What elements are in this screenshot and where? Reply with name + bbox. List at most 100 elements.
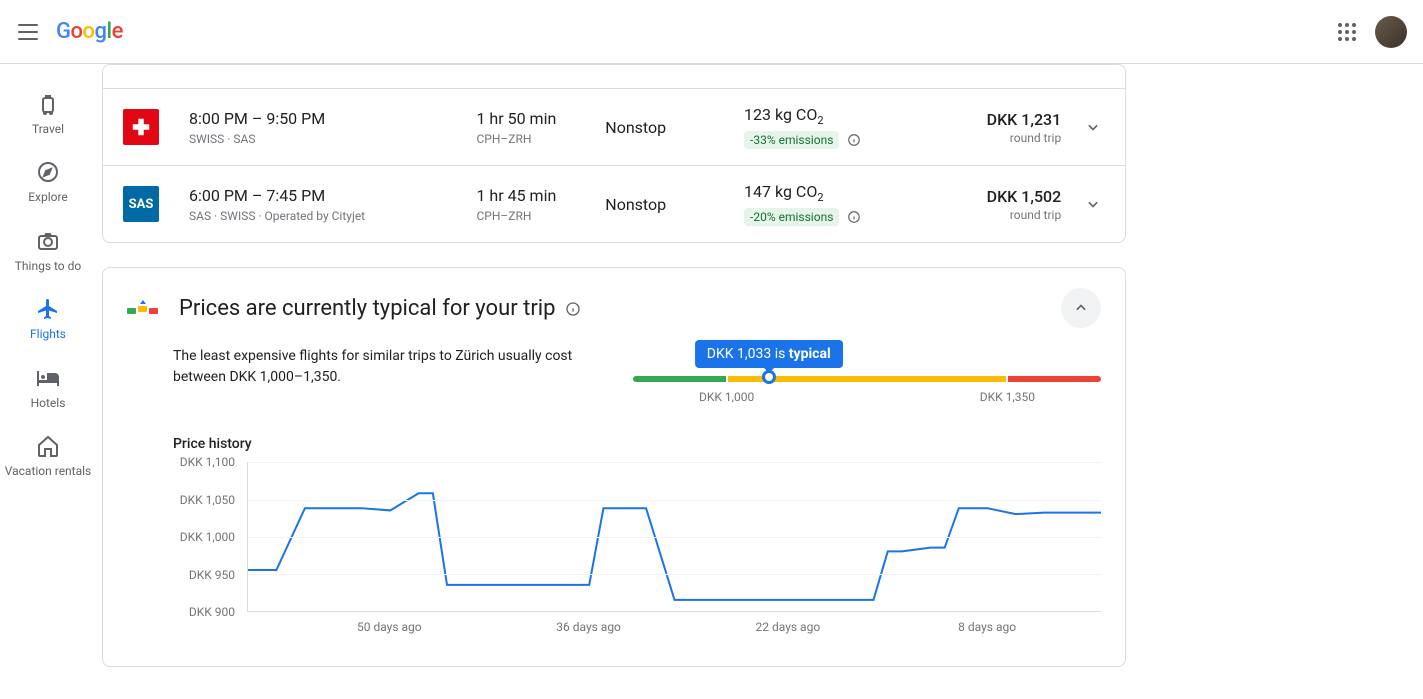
flight-price: DKK 1,502 [942, 187, 1061, 206]
gauge-labels: DKK 1,000 DKK 1,350 [633, 390, 1101, 406]
gauge-seg-high [1008, 376, 1101, 382]
nav-label: Hotels [31, 396, 66, 410]
gauge-label-high: DKK 1,350 [980, 390, 1035, 404]
x-tick: 22 days ago [756, 620, 821, 634]
nav-label: Explore [28, 190, 68, 204]
flight-results-card: 8:00 PM – 9:50 PM SWISS · SAS 1 hr 50 mi… [102, 64, 1126, 243]
airline-logo-sas: SAS [123, 186, 159, 222]
swiss-cross-icon [130, 116, 152, 138]
col-emissions: 123 kg CO2 -33% emissions [744, 105, 942, 149]
flight-route: CPH–ZRH [476, 132, 605, 146]
emissions-row: -20% emissions [744, 204, 942, 226]
col-emissions: 147 kg CO2 -20% emissions [744, 182, 942, 226]
trip-type: round trip [942, 131, 1061, 145]
insights-header: Prices are currently typical for your tr… [103, 268, 1125, 336]
explore-icon [36, 160, 60, 184]
price-insights-card: Prices are currently typical for your tr… [102, 267, 1126, 667]
sidebar-item-flights[interactable]: Flights [0, 285, 96, 353]
sidebar-item-rentals[interactable]: Vacation rentals [0, 422, 96, 490]
expand-button[interactable] [1081, 115, 1105, 139]
col-price: DKK 1,231 round trip [942, 110, 1061, 145]
chevron-up-icon [1071, 298, 1091, 318]
x-tick: 50 days ago [357, 620, 422, 634]
chevron-down-icon [1083, 117, 1103, 137]
header-left: Google [16, 19, 123, 44]
x-tick: 8 days ago [958, 620, 1016, 634]
plane-icon [36, 297, 60, 321]
flight-co2: 147 kg CO2 [744, 182, 942, 204]
nav-label: Flights [30, 327, 66, 341]
main-content: 8:00 PM – 9:50 PM SWISS · SAS 1 hr 50 mi… [96, 64, 1423, 699]
gauge-marker [762, 370, 776, 384]
emissions-row: -33% emissions [744, 127, 942, 149]
sidebar-item-hotels[interactable]: Hotels [0, 354, 96, 422]
x-tick: 36 days ago [556, 620, 621, 634]
chart-plot-area [247, 462, 1101, 612]
col-duration: 1 hr 45 min CPH–ZRH [476, 186, 605, 223]
sidebar: Travel Explore Things to do Flights Hote… [0, 64, 96, 490]
insights-body: The least expensive flights for similar … [103, 336, 1125, 666]
flight-time: 8:00 PM – 9:50 PM [189, 109, 476, 128]
flight-row[interactable]: 8:00 PM – 9:50 PM SWISS · SAS 1 hr 50 mi… [103, 89, 1125, 165]
sidebar-item-travel[interactable]: Travel [0, 80, 96, 148]
flight-stops: Nonstop [605, 118, 744, 137]
col-price: DKK 1,502 round trip [942, 187, 1061, 222]
price-history-title: Price history [173, 436, 1101, 452]
header-right [1335, 16, 1407, 48]
y-tick: DKK 1,100 [180, 455, 235, 469]
col-time: 6:00 PM – 7:45 PM SAS · SWISS · Operated… [189, 186, 476, 223]
flight-airlines: SAS · SWISS · Operated by Cityjet [189, 209, 476, 223]
flight-time: 6:00 PM – 7:45 PM [189, 186, 476, 205]
flight-duration: 1 hr 45 min [476, 186, 605, 205]
info-icon[interactable] [565, 301, 581, 317]
gauge-bar [633, 376, 1101, 382]
flight-row[interactable]: SAS 6:00 PM – 7:45 PM SAS · SWISS · Oper… [103, 165, 1125, 242]
camera-icon [36, 229, 60, 253]
price-history-chart: DKK 1,100DKK 1,050DKK 1,000DKK 950DKK 90… [173, 462, 1101, 642]
house-icon [36, 434, 60, 458]
menu-icon[interactable] [16, 20, 40, 44]
google-logo[interactable]: Google [56, 19, 123, 44]
gauge-seg-low [633, 376, 726, 382]
gauge-tooltip: DKK 1,033 is typical [695, 340, 843, 368]
emissions-badge: -20% emissions [744, 208, 839, 226]
gauge-label-low: DKK 1,000 [699, 390, 754, 404]
apps-icon[interactable] [1335, 20, 1359, 44]
info-icon[interactable] [847, 133, 861, 147]
nav-label: Things to do [15, 259, 81, 273]
col-time: 8:00 PM – 9:50 PM SWISS · SAS [189, 109, 476, 146]
flight-stops: Nonstop [605, 195, 744, 214]
x-axis-labels: 50 days ago 36 days ago 22 days ago 8 days … [247, 620, 1101, 640]
price-gauge: DKK 1,033 is typical DKK 1,000 DKK 1,350 [633, 346, 1101, 406]
insights-title: Prices are currently typical for your tr… [179, 296, 581, 321]
price-insights-icon [127, 298, 159, 318]
bed-icon [36, 366, 60, 390]
expand-button[interactable] [1081, 192, 1105, 216]
col-duration: 1 hr 50 min CPH–ZRH [476, 109, 605, 146]
airline-logo-swiss [123, 109, 159, 145]
y-tick: DKK 1,050 [180, 493, 235, 507]
user-avatar[interactable] [1375, 16, 1407, 48]
emissions-badge: -33% emissions [744, 131, 839, 149]
nav-label: Travel [32, 122, 64, 136]
trip-type: round trip [942, 208, 1061, 222]
flight-duration: 1 hr 50 min [476, 109, 605, 128]
flight-price: DKK 1,231 [942, 110, 1061, 129]
flight-co2: 123 kg CO2 [744, 105, 942, 127]
y-axis-labels: DKK 1,100DKK 1,050DKK 1,000DKK 950DKK 90… [173, 462, 243, 612]
info-icon[interactable] [847, 210, 861, 224]
chevron-down-icon [1083, 194, 1103, 214]
collapse-button[interactable] [1061, 288, 1101, 328]
luggage-icon [36, 92, 60, 116]
y-tick: DKK 1,000 [180, 530, 235, 544]
top-header: Google [0, 0, 1423, 64]
flight-route: CPH–ZRH [476, 209, 605, 223]
insights-row: The least expensive flights for similar … [173, 346, 1101, 406]
insights-text: The least expensive flights for similar … [173, 346, 593, 388]
y-tick: DKK 900 [189, 605, 235, 619]
truncated-row [103, 65, 1125, 89]
y-tick: DKK 950 [189, 568, 235, 582]
sidebar-item-explore[interactable]: Explore [0, 148, 96, 216]
nav-label: Vacation rentals [5, 464, 92, 478]
sidebar-item-things[interactable]: Things to do [0, 217, 96, 285]
